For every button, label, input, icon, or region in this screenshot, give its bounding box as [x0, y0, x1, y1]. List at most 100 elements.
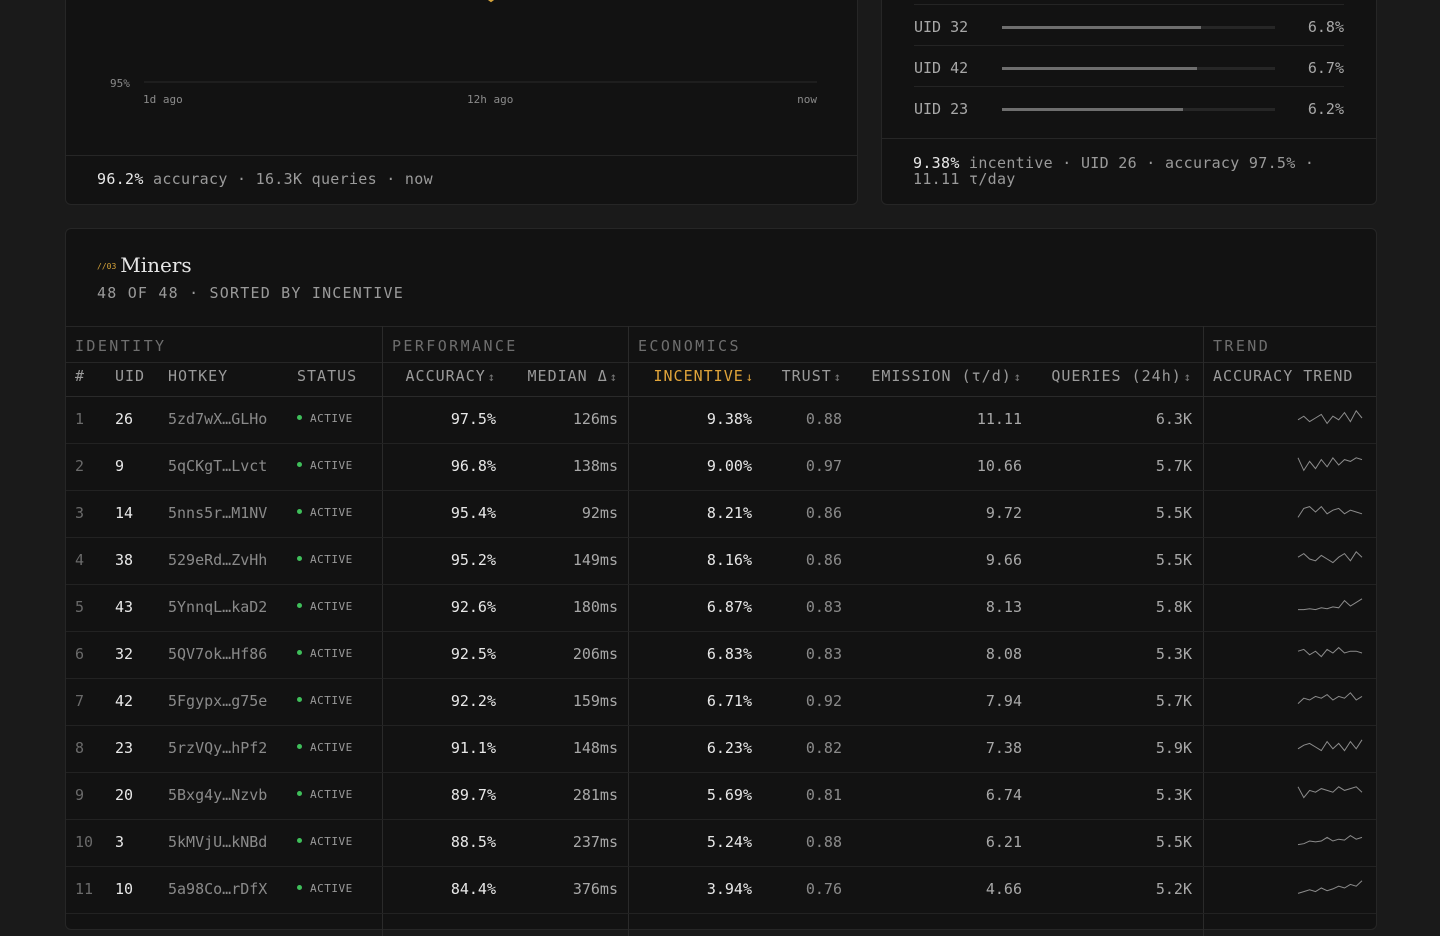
- incentive-distribution-card: UID 32 6.8% UID 42 6.7% UID 23 6.2% 9.38…: [881, 0, 1377, 205]
- sort-icon: ↕: [1183, 370, 1192, 384]
- cell-status: ACTIVE: [297, 443, 353, 490]
- cell-hotkey: 5a98Co…rDfX: [168, 880, 268, 898]
- cell-incentive: 5.69%: [706, 786, 752, 804]
- cell-accuracy: 84.4%: [450, 880, 496, 898]
- miners-title: Miners: [120, 253, 192, 277]
- distribution-bar-fill: [1002, 67, 1197, 70]
- section-tag: //03: [97, 262, 117, 271]
- cell-rank: 6: [75, 645, 85, 663]
- cell-emission: 6.21: [985, 833, 1022, 851]
- cell-status: ACTIVE: [297, 537, 353, 584]
- status-label: ACTIVE: [310, 412, 353, 425]
- table-row[interactable]: 2 9 5qCKgT…Lvct ACTIVE 96.8% 138ms 9.00% 0.97 10…: [66, 443, 1376, 491]
- group-performance: PERFORMANCE: [392, 337, 518, 355]
- col-uid[interactable]: UID: [115, 361, 145, 396]
- cell-median: 126ms: [572, 410, 618, 428]
- cell-rank: 7: [75, 692, 85, 710]
- cell-status: ACTIVE: [297, 819, 353, 866]
- distribution-uid: UID 42: [914, 59, 969, 77]
- distribution-uid: UID 23: [914, 100, 969, 118]
- cell-status: ACTIVE: [297, 396, 353, 443]
- col-hotkey: HOTKEY: [168, 367, 229, 385]
- status-label: ACTIVE: [310, 553, 353, 566]
- distribution-row: UID 42 6.7%: [914, 46, 1344, 87]
- sparkline-path: [1297, 692, 1363, 704]
- cell-incentive: 8.21%: [706, 504, 752, 522]
- status-dot-icon: [297, 697, 302, 702]
- accuracy-line: [487, 0, 495, 3]
- cell-incentive: 6.87%: [706, 598, 752, 616]
- col-queries-label: QUERIES (24h): [1051, 367, 1182, 385]
- col-median-sort[interactable]: MEDIAN Δ ↕: [506, 361, 618, 396]
- table-row[interactable]: 4 38 529eRd…ZvHh ACTIVE 95.2% 149ms 8.16% 0.86 9…: [66, 537, 1376, 585]
- table-row[interactable]: 5 43 5YnnqL…kaD2 ACTIVE 92.6% 180ms 6.87% 0.83 8…: [66, 584, 1376, 632]
- sort-icon: ↕: [487, 370, 496, 384]
- cell-rank: 2: [75, 457, 85, 475]
- col-emission-label: EMISSION (τ/d): [871, 367, 1012, 385]
- cell-incentive: 8.16%: [706, 551, 752, 569]
- cell-rank: 4: [75, 551, 85, 569]
- accuracy-chart-footer: 96.2% accuracy · 16.3K queries · now: [66, 155, 857, 204]
- accuracy-sparkline: [1297, 739, 1363, 752]
- table-row[interactable]: 10 3 5kMVjU…kNBd ACTIVE 88.5% 237ms 5.24% 0.88 6…: [66, 819, 1376, 867]
- table-row[interactable]: 6 32 5QV7ok…Hf86 ACTIVE 92.5% 206ms 6.83% 0.83 8…: [66, 631, 1376, 679]
- sort-active-icon: ↓: [745, 370, 754, 384]
- status-label: ACTIVE: [310, 647, 353, 660]
- cell-hotkey: 5rzVQy…hPf2: [168, 739, 268, 757]
- cell-status: ACTIVE: [297, 725, 353, 772]
- cell-emission: 8.13: [985, 598, 1022, 616]
- table-row[interactable]: 7 42 5Fgypx…g75e ACTIVE 92.2% 159ms 6.71% 0.92 7…: [66, 678, 1376, 726]
- cell-uid: 9: [115, 457, 125, 475]
- sparkline-path: [1297, 505, 1363, 518]
- x-tick-label-mid: 12h ago: [467, 93, 513, 106]
- accuracy-sparkline: [1297, 880, 1363, 894]
- cell-trust: 0.92: [805, 692, 842, 710]
- status-label: ACTIVE: [310, 694, 353, 707]
- status-dot-icon: [297, 556, 302, 561]
- accuracy-chart: 95% 1d ago 12h ago now: [110, 0, 817, 106]
- cell-trust: 0.82: [805, 739, 842, 757]
- table-row[interactable]: 8 23 5rzVQy…hPf2 ACTIVE 91.1% 148ms 6.23% 0.82 7…: [66, 725, 1376, 773]
- cell-incentive: 6.23%: [706, 739, 752, 757]
- status-dot-icon: [297, 791, 302, 796]
- status-dot-icon: [297, 650, 302, 655]
- cell-uid: 42: [115, 692, 134, 710]
- col-accuracy-sort[interactable]: ACCURACY ↕: [386, 361, 496, 396]
- col-rank: #: [75, 367, 86, 385]
- cell-median: 138ms: [572, 457, 618, 475]
- sort-icon: ↕: [1013, 370, 1022, 384]
- cell-uid: 43: [115, 598, 134, 616]
- col-trust-sort[interactable]: TRUST ↕: [766, 361, 842, 396]
- sparkline-path: [1297, 786, 1363, 799]
- cell-queries: 5.8K: [1155, 598, 1192, 616]
- cell-uid: 14: [115, 504, 134, 522]
- column-header-row: # UID HOTKEY STATUS ACCURACY ↕ MEDIAN Δ ↕ …: [66, 361, 1376, 397]
- distribution-value: 6.2%: [1307, 100, 1344, 118]
- distribution-bar: [1002, 67, 1275, 70]
- cell-median: 237ms: [572, 833, 618, 851]
- table-row[interactable]: 11 10 5a98Co…rDfX ACTIVE 84.4% 376ms 3.94% 0.76…: [66, 866, 1376, 914]
- group-identity: IDENTITY: [75, 337, 167, 355]
- y-tick-label: 95%: [110, 77, 130, 90]
- table-row[interactable]: 3 14 5nns5r…M1NV ACTIVE 95.4% 92ms 8.21% 0.86 9.…: [66, 490, 1376, 538]
- cell-trust: 0.97: [805, 457, 842, 475]
- cell-rank: 8: [75, 739, 85, 757]
- miners-subtitle: 48 OF 48 · SORTED BY INCENTIVE: [97, 284, 404, 302]
- cell-accuracy: 95.2%: [450, 551, 496, 569]
- cell-median: 148ms: [572, 739, 618, 757]
- col-incentive-sort[interactable]: INCENTIVE ↓: [632, 361, 754, 396]
- distribution-row: UID 32 6.8%: [914, 5, 1344, 46]
- status-dot-icon: [297, 415, 302, 420]
- cell-hotkey: 5YnnqL…kaD2: [168, 598, 268, 616]
- cell-hotkey: 529eRd…ZvHh: [168, 551, 268, 569]
- table-row[interactable]: 1 26 5zd7wX…GLHo ACTIVE 97.5% 126ms 9.38% 0.88 1…: [66, 396, 1376, 444]
- cell-hotkey: 5kMVjU…kNBd: [168, 833, 268, 851]
- col-emission-sort[interactable]: EMISSION (τ/d) ↕: [856, 361, 1022, 396]
- cell-emission: 8.08: [985, 645, 1022, 663]
- cell-incentive: 9.38%: [706, 410, 752, 428]
- col-queries-sort[interactable]: QUERIES (24h) ↕: [1032, 361, 1192, 396]
- cell-trust: 0.76: [805, 880, 842, 898]
- status-label: ACTIVE: [310, 459, 353, 472]
- table-row[interactable]: 9 20 5Bxg4y…Nzvb ACTIVE 89.7% 281ms 5.69% 0.81 6…: [66, 772, 1376, 820]
- cell-hotkey: 5QV7ok…Hf86: [168, 645, 268, 663]
